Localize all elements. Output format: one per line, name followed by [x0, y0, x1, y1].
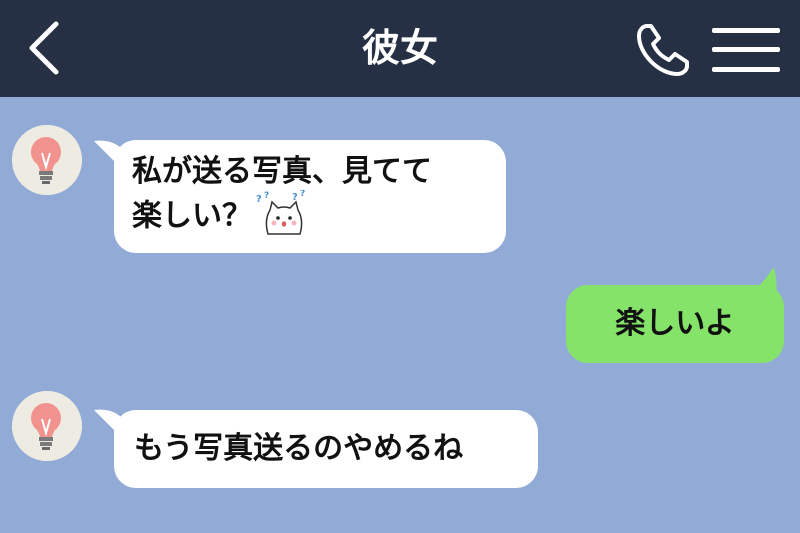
menu-button[interactable] — [708, 22, 784, 78]
svg-text:?: ? — [264, 191, 269, 201]
svg-text:?: ? — [300, 190, 305, 199]
back-button[interactable] — [14, 16, 74, 80]
svg-text:?: ? — [256, 194, 262, 205]
phone-icon — [637, 24, 689, 76]
light-bulb-icon — [12, 391, 82, 461]
light-bulb-icon — [12, 125, 82, 195]
message-text: 私が送る写真、見てて — [132, 154, 432, 189]
call-button[interactable] — [630, 18, 696, 82]
chat-title: 彼女 — [361, 26, 438, 70]
message-bubble-outgoing[interactable]: 楽しいよ — [566, 285, 784, 363]
chevron-left-icon — [29, 21, 59, 75]
message-bubble-incoming[interactable]: 私が送る写真、見てて 楽しい？ ? ? ? ? — [114, 140, 506, 253]
chat-header: 彼女 — [0, 0, 800, 97]
svg-text:?: ? — [292, 192, 298, 203]
partner-avatar[interactable] — [12, 391, 82, 461]
partner-avatar[interactable] — [12, 125, 82, 195]
message-text: 楽しい？ — [132, 198, 252, 234]
message-text-line2: 楽しい？ ? ? ? ? — [132, 190, 488, 240]
confused-cat-emoji-icon: ? ? ? ? — [256, 190, 305, 235]
chat-area: 私が送る写真、見てて 楽しい？ ? ? ? ? 楽しいよ もう写真送るのやめるね — [0, 97, 800, 533]
hamburger-menu-icon — [712, 28, 780, 72]
message-bubble-incoming[interactable]: もう写真送るのやめるね — [114, 410, 538, 488]
